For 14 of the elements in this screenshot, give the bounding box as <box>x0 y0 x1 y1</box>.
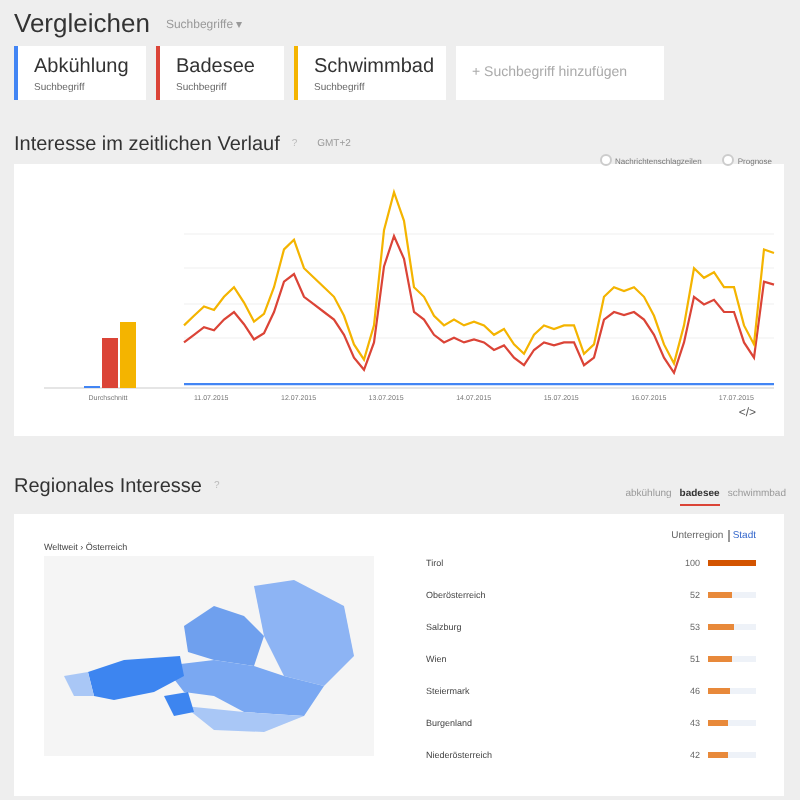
interest-bar <box>708 559 756 565</box>
term-name: Abkühlung <box>34 56 131 78</box>
term-name: Badesee <box>176 56 257 78</box>
section-title: Regionales Interesse <box>14 475 202 497</box>
interest-bar <box>708 591 756 597</box>
interest-bar <box>708 719 756 725</box>
interest-bar <box>708 623 756 629</box>
term-name: Schwimmbad <box>314 56 434 78</box>
page-title: Vergleichen <box>14 8 150 38</box>
section-title: Interesse im zeitlichen Verlauf <box>14 133 280 155</box>
interest-bar <box>708 655 756 661</box>
interest-bar <box>708 751 756 757</box>
average-bars-drawing <box>84 322 136 388</box>
interest-bar <box>708 687 756 693</box>
